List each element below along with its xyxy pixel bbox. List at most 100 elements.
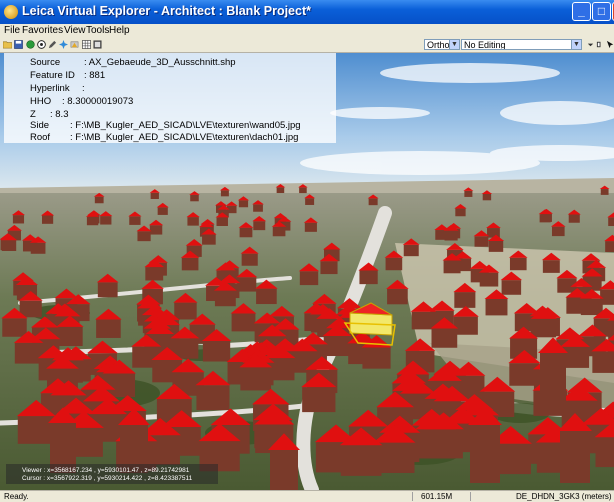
building-wall [231, 313, 256, 332]
building-wall [100, 216, 112, 225]
building-wall [464, 190, 473, 197]
building-wall [239, 227, 253, 238]
building-wall [340, 445, 382, 476]
viewer-coordinates: Viewer : x=3568167.234 , y=5930101.47 , … [22, 467, 190, 474]
magic-icon[interactable] [59, 40, 68, 49]
building-wall [220, 190, 229, 197]
building-wall [272, 226, 286, 237]
building-wall [216, 217, 228, 226]
building-wall [600, 189, 609, 195]
tower-wall [470, 425, 500, 483]
menu-favorites[interactable]: Favorites [22, 25, 63, 36]
building-wall [57, 326, 83, 346]
coordinate-readout: Viewer : x=3568167.234 , y=5930101.47 , … [6, 464, 218, 484]
edit-mode-select[interactable]: No Editing ▼ [461, 39, 582, 50]
dropdown-arrow-icon[interactable] [586, 40, 595, 49]
status-separator [412, 492, 413, 501]
edit-mode-value: No Editing [464, 40, 506, 50]
building-wall [202, 234, 216, 245]
building-wall [302, 387, 336, 413]
building-wall [145, 267, 164, 281]
pencil-icon[interactable] [48, 40, 57, 49]
cursor-coordinates: Cursor : x=3567922.319 , y=5930214.422 ,… [22, 475, 193, 482]
pointer-icon[interactable] [606, 40, 614, 49]
tower-wall [270, 450, 298, 490]
building-wall [276, 187, 285, 194]
3d-viewport[interactable]: Source: AX_Gebaeude_3D_Ausschnitt.shp Fe… [0, 53, 614, 490]
menu-view[interactable]: View [64, 25, 86, 36]
building-wall [539, 214, 551, 223]
chevron-down-icon[interactable]: ▼ [449, 40, 459, 49]
target-icon[interactable] [37, 40, 46, 49]
building-wall [385, 257, 403, 271]
building-wall [174, 302, 197, 320]
building-wall [474, 236, 489, 247]
building-wall [187, 217, 199, 226]
title-bar: Leica Virtual Explorer - Architect : Bla… [0, 0, 614, 24]
building-wall [454, 292, 476, 308]
building-wall [304, 222, 317, 232]
building-wall [443, 260, 461, 274]
building-wall [444, 230, 458, 241]
building-wall [368, 198, 378, 206]
building-wall [86, 216, 99, 226]
projection-select[interactable]: Ortho ▼ [424, 39, 460, 50]
building-wall [137, 231, 151, 242]
building-wall [580, 298, 603, 316]
maximize-button[interactable]: □ [592, 2, 611, 21]
status-text: Ready. [4, 492, 29, 501]
building-wall [595, 437, 614, 468]
folder-icon[interactable] [3, 40, 12, 49]
building-wall [190, 194, 199, 202]
building-wall [30, 242, 46, 254]
building-wall [509, 257, 527, 271]
building-wall [237, 277, 257, 292]
building-wall [403, 244, 419, 257]
building-wall [551, 226, 565, 237]
building-wall [96, 319, 121, 338]
building-wall [241, 253, 258, 266]
menu-tools[interactable]: Tools [86, 25, 109, 36]
building-wall [387, 288, 408, 305]
building-wall [14, 342, 43, 364]
building-wall [17, 416, 55, 444]
status-bar: Ready. 601.15M DE_DHDN_3GK3 (meters) [0, 490, 614, 502]
save-icon[interactable] [14, 40, 23, 49]
menu-file[interactable]: File [4, 25, 20, 36]
select-tool-icon[interactable] [596, 40, 605, 49]
camera-icon[interactable] [70, 40, 79, 49]
building-wall [94, 196, 104, 204]
building-wall [411, 311, 436, 330]
minimize-button[interactable]: _ [572, 2, 591, 21]
building-wall [542, 260, 560, 273]
status-separator [470, 492, 471, 501]
building-wall [129, 216, 141, 225]
building-wall [202, 341, 231, 362]
globe-icon[interactable] [26, 40, 35, 49]
building-wall [488, 241, 504, 252]
tower-wall [540, 353, 566, 413]
feature-info-panel: Source: AX_Gebaeude_3D_Ausschnitt.shp Fe… [4, 53, 336, 143]
building-wall [320, 261, 338, 275]
table-icon[interactable] [93, 40, 102, 49]
grid-icon[interactable] [82, 40, 91, 49]
projection-value: Ortho [427, 40, 450, 50]
building-wall [453, 316, 478, 335]
building-wall [531, 318, 557, 338]
menu-help[interactable]: Help [109, 25, 130, 36]
building-wall [592, 351, 614, 373]
memory-usage: 601.15M [421, 492, 453, 501]
building-wall [240, 367, 272, 391]
building-wall [608, 217, 614, 227]
building-wall [482, 193, 492, 201]
building-wall [41, 215, 54, 224]
app-globe-icon [4, 5, 18, 19]
building-wall [196, 385, 230, 411]
building-wall [305, 198, 315, 205]
coordinate-system: DE_DHDN_3GK3 (meters) [516, 492, 612, 501]
building-wall [253, 221, 266, 231]
building-wall [431, 328, 458, 348]
chevron-down-icon[interactable]: ▼ [571, 40, 581, 49]
building-wall [214, 290, 236, 307]
building-wall [455, 208, 466, 217]
